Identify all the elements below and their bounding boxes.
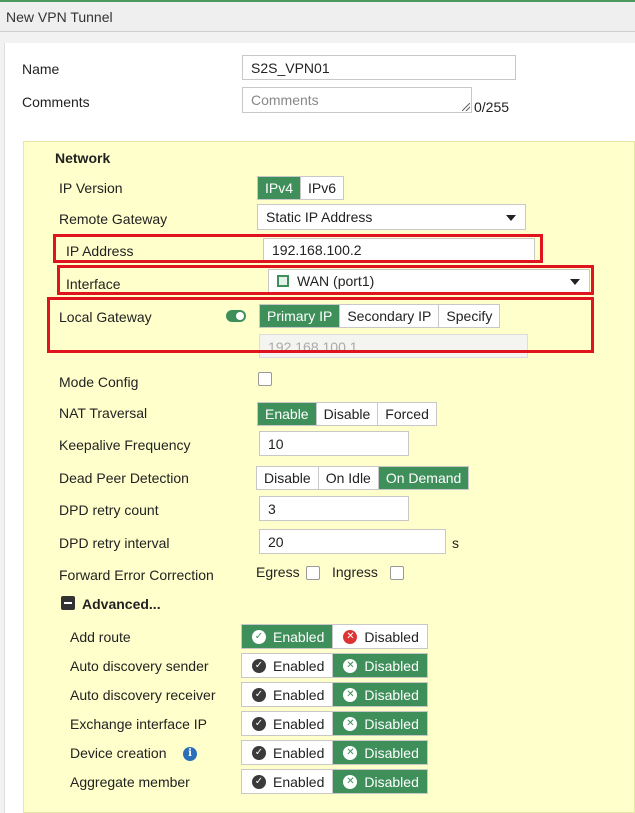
highlight-interface bbox=[57, 265, 594, 295]
fec-label: Forward Error Correction bbox=[59, 567, 214, 583]
nat-forced[interactable]: Forced bbox=[377, 403, 436, 425]
check-circle-icon: ✓ bbox=[252, 658, 266, 673]
dpd-retry-interval-input[interactable]: 20 bbox=[259, 529, 446, 554]
disabled-label: Disabled bbox=[364, 744, 419, 761]
enabled-disabled-toggle: ✓ Enabled ✕ Disabled bbox=[241, 711, 428, 736]
advanced-row-label: Exchange interface IP bbox=[70, 716, 207, 732]
fec-ingress-checkbox[interactable] bbox=[390, 566, 404, 580]
dpd-on-demand[interactable]: On Demand bbox=[377, 467, 469, 489]
enabled-label: Enabled bbox=[273, 628, 325, 645]
remote-gateway-value: Static IP Address bbox=[266, 209, 373, 225]
dpd-retry-interval-label: DPD retry interval bbox=[59, 535, 170, 551]
comments-label: Comments bbox=[22, 94, 90, 110]
nat-enable[interactable]: Enable bbox=[258, 403, 316, 425]
remote-gateway-label: Remote Gateway bbox=[59, 211, 168, 227]
fec-ingress-label: Ingress bbox=[332, 564, 378, 580]
nat-traversal-options: Enable Disable Forced bbox=[257, 402, 437, 426]
enabled-option[interactable]: ✓ Enabled bbox=[242, 654, 333, 677]
name-input[interactable]: S2S_VPN01 bbox=[242, 55, 516, 80]
ip-version-ipv4[interactable]: IPv4 bbox=[258, 177, 301, 199]
comments-textarea[interactable]: Comments bbox=[242, 87, 472, 113]
info-icon[interactable]: i bbox=[183, 747, 197, 761]
enabled-option[interactable]: ✓ Enabled bbox=[242, 625, 333, 648]
chevron-down-icon bbox=[506, 215, 516, 221]
x-circle-icon: ✕ bbox=[343, 629, 358, 644]
dpd-retry-count-label: DPD retry count bbox=[59, 502, 159, 518]
disabled-option[interactable]: ✕ Disabled bbox=[332, 712, 427, 735]
advanced-row-label: Add route bbox=[70, 629, 131, 645]
advanced-toggle[interactable]: Advanced... bbox=[82, 596, 161, 612]
fec-egress-checkbox[interactable] bbox=[306, 566, 320, 580]
disabled-option[interactable]: ✕ Disabled bbox=[332, 625, 427, 648]
mode-config-label: Mode Config bbox=[59, 374, 139, 390]
disabled-option[interactable]: ✕ Disabled bbox=[332, 770, 427, 793]
name-label: Name bbox=[22, 61, 60, 77]
enabled-disabled-toggle: ✓ Enabled ✕ Disabled bbox=[241, 769, 428, 794]
x-circle-icon: ✕ bbox=[343, 658, 358, 673]
dpd-label: Dead Peer Detection bbox=[59, 470, 189, 486]
ip-version-ipv6[interactable]: IPv6 bbox=[300, 177, 344, 199]
fec-egress-label: Egress bbox=[256, 564, 300, 580]
resize-grip-icon[interactable] bbox=[462, 103, 470, 111]
remote-gateway-select[interactable]: Static IP Address bbox=[257, 204, 526, 230]
dpd-retry-interval-unit: s bbox=[452, 535, 459, 551]
x-circle-icon: ✕ bbox=[343, 774, 358, 789]
nat-traversal-label: NAT Traversal bbox=[59, 405, 148, 421]
highlight-local-gateway bbox=[47, 297, 594, 353]
enabled-label: Enabled bbox=[273, 715, 325, 732]
mode-config-checkbox[interactable] bbox=[258, 372, 272, 386]
enabled-disabled-toggle: ✓ Enabled ✕ Disabled bbox=[241, 682, 428, 707]
advanced-row-label: Auto discovery receiver bbox=[70, 687, 216, 703]
enabled-label: Enabled bbox=[273, 657, 325, 674]
disabled-label: Disabled bbox=[364, 773, 419, 790]
disabled-label: Disabled bbox=[364, 715, 419, 732]
network-title: Network bbox=[55, 150, 111, 166]
check-circle-icon: ✓ bbox=[252, 716, 266, 731]
dpd-options: Disable On Idle On Demand bbox=[256, 466, 470, 490]
enabled-label: Enabled bbox=[273, 686, 325, 703]
check-circle-icon: ✓ bbox=[252, 687, 266, 702]
enabled-label: Enabled bbox=[273, 773, 325, 790]
dpd-on-idle[interactable]: On Idle bbox=[317, 467, 378, 489]
enabled-label: Enabled bbox=[273, 744, 325, 761]
advanced-row-label: Auto discovery sender bbox=[70, 658, 209, 674]
disabled-option[interactable]: ✕ Disabled bbox=[332, 683, 427, 706]
enabled-disabled-toggle: ✓ Enabled ✕ Disabled bbox=[241, 740, 428, 765]
keepalive-label: Keepalive Frequency bbox=[59, 437, 191, 453]
dpd-disable[interactable]: Disable bbox=[257, 467, 318, 489]
disabled-option[interactable]: ✕ Disabled bbox=[332, 741, 427, 764]
enabled-option[interactable]: ✓ Enabled bbox=[242, 770, 333, 793]
check-circle-icon: ✓ bbox=[252, 774, 266, 789]
comments-placeholder: Comments bbox=[251, 92, 319, 108]
window-title: New VPN Tunnel bbox=[6, 9, 113, 25]
ip-version-toggle: IPv4 IPv6 bbox=[257, 176, 345, 200]
enabled-option[interactable]: ✓ Enabled bbox=[242, 712, 333, 735]
advanced-row-label: Aggregate member bbox=[70, 774, 190, 790]
disabled-option[interactable]: ✕ Disabled bbox=[332, 654, 427, 677]
advanced-row-label: Device creation bbox=[70, 745, 167, 761]
nat-disable[interactable]: Disable bbox=[315, 403, 378, 425]
x-circle-icon: ✕ bbox=[343, 745, 358, 760]
keepalive-input[interactable]: 10 bbox=[259, 431, 409, 456]
disabled-label: Disabled bbox=[364, 686, 419, 703]
comments-counter: 0/255 bbox=[474, 99, 510, 115]
collapse-icon[interactable] bbox=[61, 596, 75, 610]
dpd-retry-count-input[interactable]: 3 bbox=[259, 496, 409, 521]
check-circle-icon: ✓ bbox=[252, 745, 266, 760]
enabled-option[interactable]: ✓ Enabled bbox=[242, 741, 333, 764]
disabled-label: Disabled bbox=[364, 628, 419, 645]
ip-version-label: IP Version bbox=[59, 180, 123, 196]
x-circle-icon: ✕ bbox=[343, 716, 358, 731]
enabled-disabled-toggle: ✓ Enabled ✕ Disabled bbox=[241, 653, 428, 678]
title-bar: New VPN Tunnel bbox=[0, 0, 635, 32]
enabled-option[interactable]: ✓ Enabled bbox=[242, 683, 333, 706]
x-circle-icon: ✕ bbox=[343, 687, 358, 702]
disabled-label: Disabled bbox=[364, 657, 419, 674]
check-circle-icon: ✓ bbox=[252, 629, 266, 644]
enabled-disabled-toggle: ✓ Enabled ✕ Disabled bbox=[241, 624, 428, 649]
highlight-ip-address bbox=[53, 234, 543, 263]
